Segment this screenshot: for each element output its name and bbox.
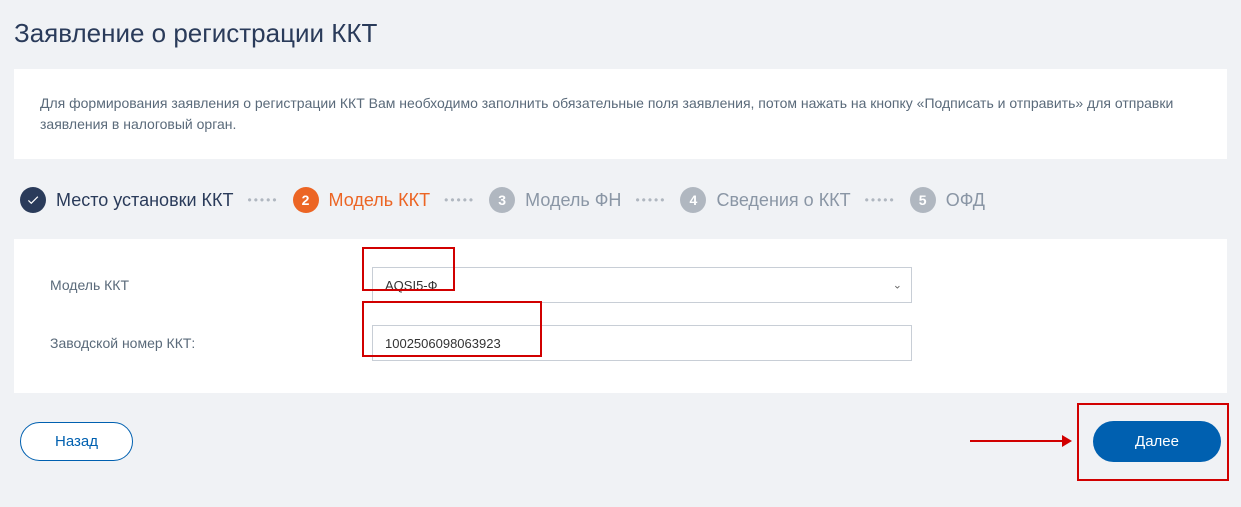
form-row-model: Модель ККТ AQSI5-Ф ⌄ bbox=[50, 267, 1191, 303]
info-box: Для формирования заявления о регистрации… bbox=[14, 69, 1227, 159]
step-label: Модель ККТ bbox=[329, 190, 431, 211]
annotation-arrow bbox=[970, 440, 1070, 442]
step-label: Сведения о ККТ bbox=[716, 190, 850, 211]
serial-label: Заводской номер ККТ: bbox=[50, 335, 372, 351]
check-icon bbox=[20, 187, 46, 213]
next-button[interactable]: Далее bbox=[1093, 421, 1221, 462]
step-5-ofd[interactable]: 5 ОФД bbox=[910, 187, 985, 213]
step-number: 3 bbox=[489, 187, 515, 213]
step-number: 2 bbox=[293, 187, 319, 213]
step-number: 4 bbox=[680, 187, 706, 213]
step-label: ОФД bbox=[946, 190, 985, 211]
step-4-info-kkt[interactable]: 4 Сведения о ККТ bbox=[680, 187, 850, 213]
step-separator: ••••• bbox=[444, 193, 475, 207]
model-label: Модель ККТ bbox=[50, 277, 372, 293]
step-separator: ••••• bbox=[635, 193, 666, 207]
stepper: Место установки ККТ ••••• 2 Модель ККТ •… bbox=[14, 187, 1227, 213]
page-title: Заявление о регистрации ККТ bbox=[14, 18, 1227, 49]
step-3-model-fn[interactable]: 3 Модель ФН bbox=[489, 187, 621, 213]
step-separator: ••••• bbox=[865, 193, 896, 207]
step-1-location[interactable]: Место установки ККТ bbox=[20, 187, 234, 213]
step-2-model-kkt[interactable]: 2 Модель ККТ bbox=[293, 187, 431, 213]
step-label: Модель ФН bbox=[525, 190, 621, 211]
model-select[interactable]: AQSI5-Ф ⌄ bbox=[372, 267, 912, 303]
back-button[interactable]: Назад bbox=[20, 422, 133, 461]
form-row-serial: Заводской номер ККТ: bbox=[50, 325, 1191, 361]
model-select-value[interactable]: AQSI5-Ф bbox=[372, 267, 912, 303]
step-number: 5 bbox=[910, 187, 936, 213]
serial-input[interactable] bbox=[372, 325, 912, 361]
form-container: Модель ККТ AQSI5-Ф ⌄ Заводской номер ККТ… bbox=[14, 239, 1227, 393]
step-separator: ••••• bbox=[248, 193, 279, 207]
step-label: Место установки ККТ bbox=[56, 190, 234, 211]
